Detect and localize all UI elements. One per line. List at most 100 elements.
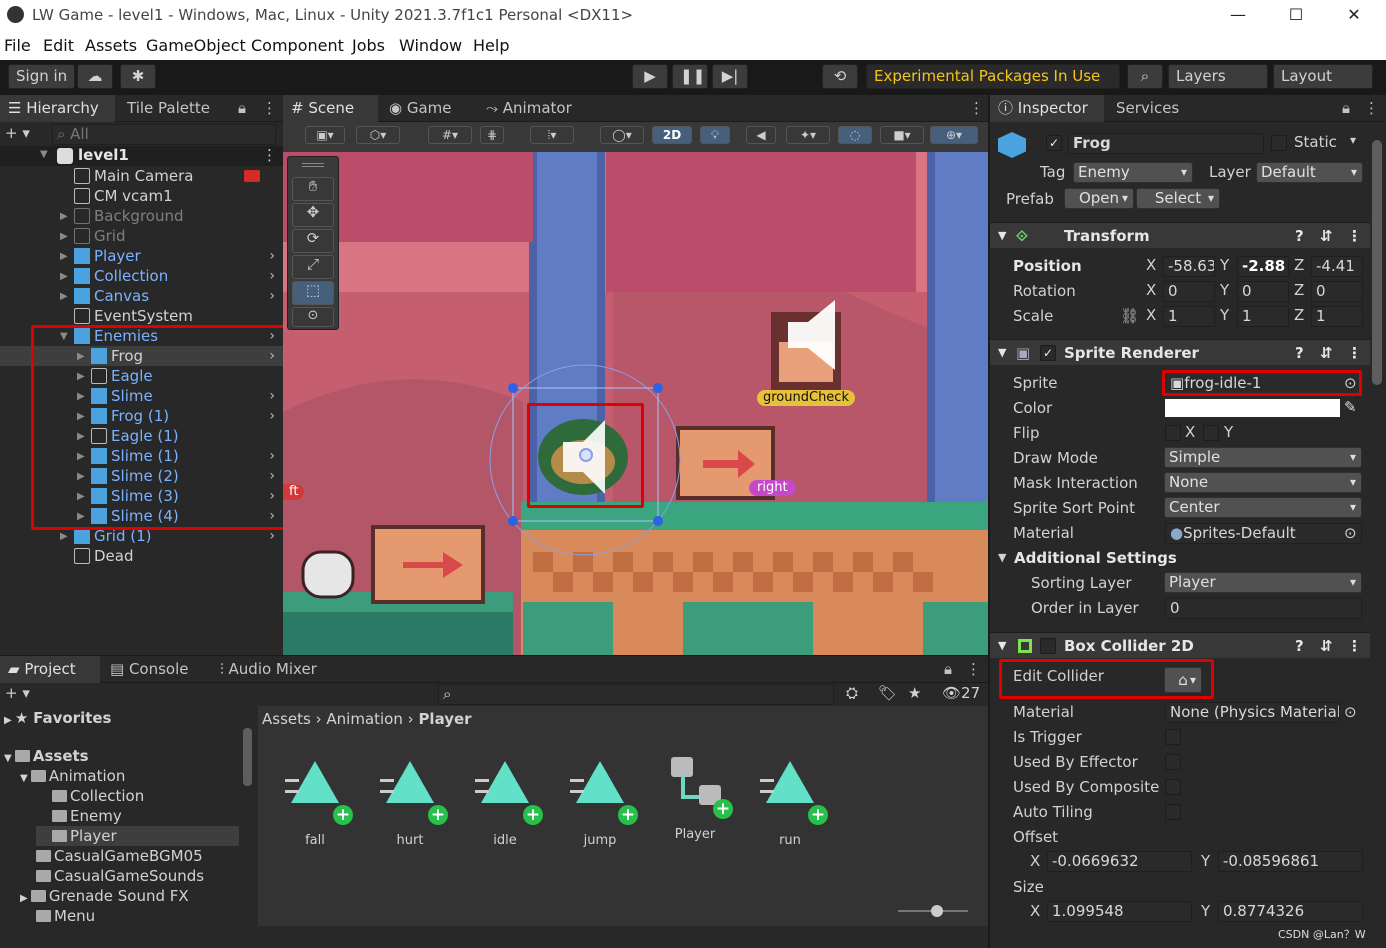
- lock-icon[interactable]: 🔒︎: [230, 95, 254, 122]
- auto-tiling-checkbox[interactable]: [1165, 804, 1181, 820]
- asset-item[interactable]: + idle: [465, 755, 545, 848]
- project-folder-item[interactable]: CasualGameBGM05: [20, 846, 239, 866]
- expand-arrow-icon[interactable]: ▶: [60, 267, 68, 287]
- tab-audio-mixer[interactable]: ⫶ Audio Mixer: [212, 656, 325, 683]
- breadcrumb-animation[interactable]: Animation: [326, 710, 402, 728]
- transform-header[interactable]: ▼ ⟐ Transform ? ⇵ ⋮: [990, 222, 1370, 248]
- lock-icon[interactable]: 🔒︎: [936, 656, 960, 683]
- zoom-slider-thumb[interactable]: [931, 905, 943, 917]
- effects-icon[interactable]: ✦▾: [786, 126, 830, 144]
- asset-item[interactable]: + Player: [655, 755, 735, 842]
- component-menu-icon[interactable]: ⋮: [1347, 223, 1362, 249]
- expand-arrow-icon[interactable]: ▶: [60, 227, 68, 247]
- toggle-2d-button[interactable]: 2D: [652, 126, 692, 144]
- layers-dropdown[interactable]: Layers: [1168, 64, 1268, 89]
- hierarchy-search-input[interactable]: ⌕ All: [52, 124, 276, 145]
- tab-project[interactable]: ▰ Project: [0, 656, 100, 683]
- box-collider-enabled-checkbox[interactable]: [1040, 638, 1056, 654]
- project-tree-scrollbar[interactable]: [243, 728, 252, 786]
- lighting-icon[interactable]: 💡︎: [700, 126, 730, 144]
- sorting-layer-dropdown[interactable]: Player: [1164, 572, 1362, 593]
- scene-menu-icon[interactable]: ⋮: [262, 146, 277, 164]
- project-folder-item[interactable]: Collection: [36, 786, 239, 806]
- hierarchy-item[interactable]: ▶ Background: [0, 206, 283, 226]
- preset-icon[interactable]: ⇵: [1320, 633, 1333, 659]
- grid-snap-icon[interactable]: ⋕: [480, 126, 504, 144]
- panel-menu-icon[interactable]: ⋮: [254, 95, 285, 122]
- hand-tool-icon[interactable]: ✋︎: [292, 177, 334, 201]
- step-button[interactable]: ▶|: [712, 64, 748, 89]
- favorites-row[interactable]: ▶ ★ Favorites: [4, 708, 111, 728]
- tab-console[interactable]: ▤ Console: [102, 656, 197, 683]
- layout-dropdown[interactable]: Layout: [1273, 64, 1373, 89]
- close-button[interactable]: ✕: [1324, 0, 1384, 30]
- draw-mode-icon[interactable]: ▣▾: [305, 126, 345, 144]
- additional-settings-row[interactable]: ▼ Additional Settings: [990, 546, 1370, 570]
- tab-inspector[interactable]: ⓘ Inspector: [990, 95, 1104, 122]
- search-by-label-icon[interactable]: 🏷︎: [878, 684, 897, 702]
- tab-animator[interactable]: ⤳ Animator: [478, 95, 580, 122]
- hierarchy-item[interactable]: Main Camera: [0, 166, 283, 186]
- order-in-layer-input[interactable]: 0: [1165, 598, 1362, 619]
- is-trigger-checkbox[interactable]: [1165, 729, 1181, 745]
- position-y-input[interactable]: -2.88: [1237, 256, 1289, 277]
- asset-item[interactable]: + jump: [560, 755, 640, 848]
- preset-icon[interactable]: ⇵: [1320, 223, 1333, 249]
- favorites-star-icon[interactable]: ★: [908, 684, 921, 702]
- object-picker-icon[interactable]: ⊙: [1344, 703, 1357, 721]
- asset-item[interactable]: + fall: [275, 755, 355, 848]
- audio-icon[interactable]: ◀︎: [746, 126, 776, 144]
- static-checkbox[interactable]: [1271, 135, 1287, 151]
- position-z-input[interactable]: -4.41: [1311, 256, 1363, 277]
- project-create-button[interactable]: + ▾: [5, 684, 30, 702]
- move-tool-icon[interactable]: ✥: [292, 203, 334, 227]
- history-icon[interactable]: ⟲: [822, 64, 858, 89]
- help-icon[interactable]: ?: [1295, 633, 1304, 659]
- sprite-material-field[interactable]: ●Sprites-Default: [1165, 523, 1362, 544]
- mask-dropdown[interactable]: None: [1164, 472, 1362, 493]
- rotation-z-input[interactable]: 0: [1311, 281, 1363, 302]
- rotate-tool-icon[interactable]: ⟳: [292, 229, 334, 253]
- prefab-select-button[interactable]: Select: [1136, 188, 1220, 209]
- search-by-type-icon[interactable]: ⛭: [846, 684, 858, 702]
- used-by-composite-checkbox[interactable]: [1165, 779, 1181, 795]
- expand-arrow-icon[interactable]: ▼: [40, 149, 48, 160]
- menu-help[interactable]: Help: [473, 36, 509, 55]
- project-folder-item[interactable]: Enemy: [36, 806, 239, 826]
- menu-assets[interactable]: Assets: [85, 36, 137, 55]
- search-icon[interactable]: ⌕: [1127, 64, 1163, 89]
- hierarchy-item[interactable]: EventSystem: [0, 306, 283, 326]
- draw-mode-dropdown[interactable]: Simple: [1164, 447, 1362, 468]
- menu-jobs[interactable]: Jobs: [352, 36, 385, 55]
- component-menu-icon[interactable]: ⋮: [1347, 340, 1362, 366]
- position-x-input[interactable]: -58.63: [1163, 256, 1215, 277]
- object-picker-icon[interactable]: ⊙: [1344, 524, 1357, 542]
- pause-button[interactable]: ❚❚: [672, 64, 708, 89]
- snap-icon[interactable]: #▾: [428, 126, 472, 144]
- scale-x-input[interactable]: 1: [1163, 306, 1215, 327]
- maximize-button[interactable]: ☐: [1266, 0, 1326, 30]
- scale-tool-icon[interactable]: ⤢: [292, 255, 334, 279]
- flip-x-checkbox[interactable]: [1165, 425, 1181, 441]
- help-icon[interactable]: ?: [1295, 223, 1304, 249]
- palette-grip[interactable]: [302, 163, 324, 167]
- collider-material-field[interactable]: None (Physics Material: [1165, 702, 1340, 723]
- project-folder-item[interactable]: CasualGameSounds: [20, 866, 239, 886]
- menu-component[interactable]: Component: [251, 36, 344, 55]
- rect-tool-icon[interactable]: ⬚: [292, 281, 334, 305]
- project-folder-item[interactable]: Menu: [20, 906, 239, 926]
- tag-dropdown[interactable]: Enemy: [1073, 162, 1193, 183]
- create-button[interactable]: + ▾: [5, 124, 30, 142]
- color-swatch[interactable]: [1165, 399, 1340, 417]
- hierarchy-item[interactable]: ▶ Canvas ›: [0, 286, 283, 306]
- collab-icon[interactable]: ✱: [120, 64, 156, 89]
- expand-arrow-icon[interactable]: ▶: [60, 287, 68, 307]
- expand-arrow-icon[interactable]: ▶: [60, 207, 68, 227]
- hierarchy-item[interactable]: ▶ Grid: [0, 226, 283, 246]
- breadcrumb-player[interactable]: Player: [418, 710, 471, 728]
- menu-window[interactable]: Window: [399, 36, 462, 55]
- assets-root-row[interactable]: ▼ Assets: [4, 746, 89, 766]
- scale-y-input[interactable]: 1: [1237, 306, 1289, 327]
- hierarchy-item[interactable]: CM vcam1: [0, 186, 283, 206]
- sign-in-button[interactable]: Sign in: [8, 64, 76, 89]
